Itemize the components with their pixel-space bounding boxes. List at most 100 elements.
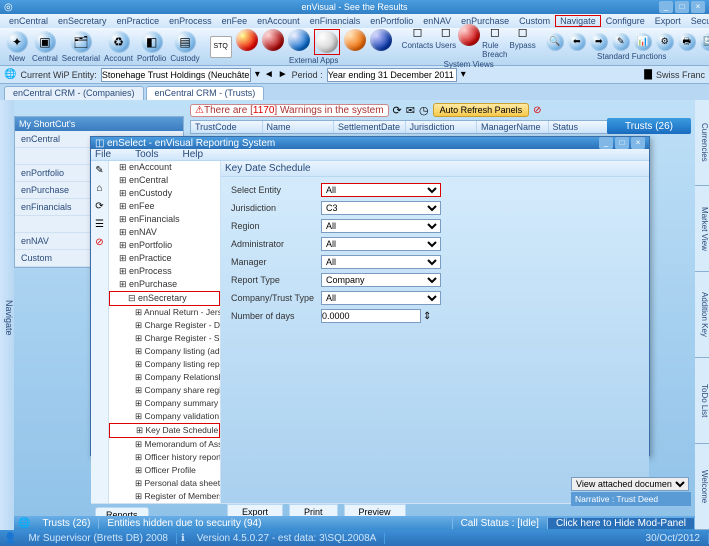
right-tab-market-view[interactable]: Market View bbox=[695, 186, 709, 272]
tool-icon[interactable]: ⟳ bbox=[393, 104, 402, 117]
main-tab[interactable]: enCentral CRM - (Trusts) bbox=[146, 86, 265, 100]
tree-leaf[interactable]: ⊞ Officer Profile bbox=[109, 464, 220, 477]
hide-modpanel-link[interactable]: Click here to Hide Mod-Panel bbox=[548, 518, 695, 529]
modal-menu-help[interactable]: Help bbox=[182, 149, 203, 160]
wip-entity-input[interactable] bbox=[101, 68, 251, 82]
sysview-Rule Breach-icon[interactable]: ◻ bbox=[487, 24, 503, 40]
tool-icon[interactable]: ◷ bbox=[419, 104, 429, 117]
menu-enfee[interactable]: enFee bbox=[217, 16, 253, 26]
report-tree[interactable]: ⊞ enAccount⊞ enCentral⊞ enCustody⊞ enFee… bbox=[109, 161, 221, 503]
tree-leaf[interactable]: ⊞ Key Date Schedule bbox=[109, 423, 220, 438]
tree-node[interactable]: ⊞ enNAV bbox=[109, 226, 220, 239]
tool-icon[interactable]: ✉ bbox=[406, 104, 415, 117]
side-icon[interactable]: ⌂ bbox=[94, 183, 106, 195]
grid-col-trustcode[interactable]: TrustCode bbox=[191, 121, 263, 133]
side-icon[interactable]: ⊘ bbox=[94, 237, 106, 249]
sysview-ball-icon[interactable] bbox=[458, 24, 480, 46]
nav-next-icon[interactable]: ► bbox=[278, 69, 288, 80]
custody-icon[interactable]: ▤ bbox=[174, 31, 196, 53]
sysview-Contacts-icon[interactable]: ◻ bbox=[409, 24, 425, 40]
tb-portfolio[interactable]: ◧Portfolio bbox=[137, 31, 166, 63]
form-input-number-of-days[interactable] bbox=[321, 309, 421, 323]
form-select-manager[interactable]: All bbox=[321, 255, 441, 269]
modal-maximize-button[interactable]: □ bbox=[615, 137, 629, 149]
modal-menu-file[interactable]: File bbox=[95, 149, 111, 160]
tree-leaf[interactable]: ⊞ Company share register bbox=[109, 384, 220, 397]
menu-security[interactable]: Security bbox=[686, 16, 709, 26]
tree-node[interactable]: ⊞ enFee bbox=[109, 200, 220, 213]
sysview-Users-icon[interactable]: ◻ bbox=[438, 24, 454, 40]
tree-leaf[interactable]: ⊞ Company summary report bbox=[109, 397, 220, 410]
form-select-administrator[interactable]: All bbox=[321, 237, 441, 251]
tree-node[interactable]: ⊞ enFinancials bbox=[109, 213, 220, 226]
tree-leaf[interactable]: ⊞ Register of Members bbox=[109, 490, 220, 503]
tree-node[interactable]: ⊞ enCustody bbox=[109, 187, 220, 200]
grid-col-managername[interactable]: ManagerName bbox=[477, 121, 549, 133]
tb-secretarial[interactable]: 🗂Secretarial bbox=[62, 31, 100, 63]
stdfn-icon[interactable]: ⚙ bbox=[656, 33, 674, 51]
side-icon[interactable]: ⟳ bbox=[94, 201, 106, 213]
app4-icon[interactable] bbox=[316, 31, 338, 53]
left-rail-navigate[interactable]: Navigate bbox=[0, 100, 14, 530]
tree-node[interactable]: ⊞ enPortfolio bbox=[109, 239, 220, 252]
menu-enpractice[interactable]: enPractice bbox=[112, 16, 165, 26]
sysview-Bypass-icon[interactable]: ◻ bbox=[515, 24, 531, 40]
tree-leaf[interactable]: ⊞ Memorandum of Association bbox=[109, 438, 220, 451]
tree-leaf[interactable]: ⊞ Company listing (advanced) bbox=[109, 345, 220, 358]
right-tab-currencies[interactable]: Currencies bbox=[695, 100, 709, 186]
modal-menu-tools[interactable]: Tools bbox=[135, 149, 158, 160]
right-tab-todo-list[interactable]: ToDo List bbox=[695, 358, 709, 444]
period-input[interactable] bbox=[327, 68, 457, 82]
menu-enprocess[interactable]: enProcess bbox=[164, 16, 217, 26]
stdfn-icon[interactable]: 🖶 bbox=[678, 33, 696, 51]
modal-minimize-button[interactable]: _ bbox=[599, 137, 613, 149]
stq-icon[interactable]: STQ bbox=[210, 36, 232, 58]
stdfn-icon[interactable]: 📊 bbox=[634, 33, 652, 51]
tree-leaf[interactable]: ⊞ Annual Return - Jersey bbox=[109, 306, 220, 319]
side-icon[interactable]: ✎ bbox=[94, 165, 106, 177]
right-tab-addition-key[interactable]: Addition Key bbox=[695, 272, 709, 358]
right-tab-welcome[interactable]: Welcome bbox=[695, 444, 709, 530]
menu-navigate[interactable]: Navigate bbox=[555, 15, 601, 27]
tb-new[interactable]: ✦New bbox=[6, 31, 28, 63]
tb-central[interactable]: ▣Central bbox=[32, 31, 58, 63]
tree-leaf[interactable]: ⊞ Company Relationships bbox=[109, 371, 220, 384]
close-icon[interactable]: ⊘ bbox=[533, 105, 541, 116]
tree-node[interactable]: ⊞ enPurchase bbox=[109, 278, 220, 291]
stdfn-icon[interactable]: 🔄 bbox=[700, 33, 709, 51]
side-icon[interactable]: ☰ bbox=[94, 219, 106, 231]
tree-node[interactable]: ⊞ enPractice bbox=[109, 252, 220, 265]
app5-icon[interactable] bbox=[344, 29, 366, 51]
tree-leaf[interactable]: ⊞ Company listing report bbox=[109, 358, 220, 371]
warnings-indicator[interactable]: ⚠ There are [1170] Warnings in the syste… bbox=[190, 104, 389, 117]
tree-leaf[interactable]: ⊞ Company validation report bbox=[109, 410, 220, 423]
menu-export[interactable]: Export bbox=[650, 16, 686, 26]
stdfn-icon[interactable]: 🔍 bbox=[546, 33, 564, 51]
form-select-company/trust-type[interactable]: All bbox=[321, 291, 441, 305]
tree-leaf[interactable]: ⊞ Charge Register - Detailed bbox=[109, 319, 220, 332]
tree-leaf[interactable]: ⊞ Officer history report bbox=[109, 451, 220, 464]
view-documents-select[interactable]: View attached documents bbox=[571, 477, 689, 491]
account-icon[interactable]: ♻ bbox=[108, 31, 130, 53]
stdfn-icon[interactable]: ⬅ bbox=[568, 33, 586, 51]
nav-prev-icon[interactable]: ◄ bbox=[264, 69, 274, 80]
tb-custody[interactable]: ▤Custody bbox=[170, 31, 199, 63]
grid-col-name[interactable]: Name bbox=[263, 121, 335, 133]
grid-col-settlementdate[interactable]: SettlementDate bbox=[334, 121, 406, 133]
dropdown-icon[interactable]: ▾ bbox=[461, 69, 466, 80]
tree-leaf[interactable]: ⊞ Charge Register - Summary bbox=[109, 332, 220, 345]
menu-encentral[interactable]: enCentral bbox=[4, 16, 53, 26]
dropdown-icon[interactable]: ▾ bbox=[255, 69, 260, 80]
new-icon[interactable]: ✦ bbox=[6, 31, 28, 53]
central-icon[interactable]: ▣ bbox=[34, 31, 56, 53]
tree-leaf[interactable]: ⊞ Personal data sheet bbox=[109, 477, 220, 490]
main-tab[interactable]: enCentral CRM - (Companies) bbox=[4, 86, 144, 100]
tree-node[interactable]: ⊞ enAccount bbox=[109, 161, 220, 174]
tree-node-ensecretary[interactable]: ⊟ enSecretary bbox=[109, 291, 220, 306]
portfolio-icon[interactable]: ◧ bbox=[141, 31, 163, 53]
form-select-jurisdiction[interactable]: C3 bbox=[321, 201, 441, 215]
minimize-button[interactable]: _ bbox=[659, 1, 673, 13]
stdfn-icon[interactable]: ✎ bbox=[612, 33, 630, 51]
form-select-region[interactable]: All bbox=[321, 219, 441, 233]
menu-enfinancials[interactable]: enFinancials bbox=[305, 16, 366, 26]
